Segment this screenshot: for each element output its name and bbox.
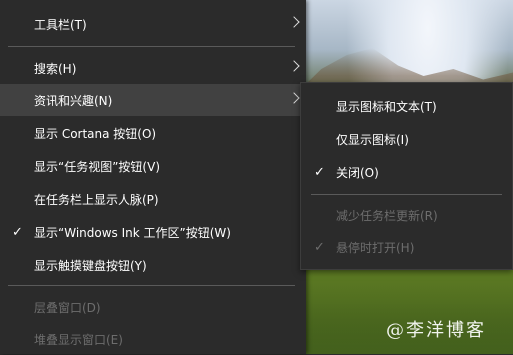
- chevron-right-icon: [288, 92, 300, 104]
- chevron-right-icon: [288, 16, 300, 28]
- submenu-item-label: 减少任务栏更新(R): [336, 208, 438, 223]
- news-and-interests-submenu: 显示图标和文本(T) 仅显示图标(I) ✓ 关闭(O) 减少任务栏更新(R) ✓…: [300, 82, 513, 270]
- menu-item-label: 在任务栏上显示人脉(P): [34, 192, 159, 207]
- submenu-item-turn-off[interactable]: ✓ 关闭(O): [301, 156, 512, 188]
- submenu-item-label: 显示图标和文本(T): [336, 99, 437, 114]
- menu-item-search[interactable]: 搜索(H): [0, 52, 306, 84]
- menu-item-show-windows-ink-button[interactable]: ✓ 显示“Windows Ink 工作区”按钮(W): [0, 216, 306, 248]
- menu-item-label: 层叠窗口(D): [34, 300, 101, 315]
- submenu-item-label: 关闭(O): [336, 165, 379, 180]
- menu-item-toolbars[interactable]: 工具栏(T): [0, 8, 306, 40]
- submenu-item-label: 悬停时打开(H): [336, 240, 415, 255]
- menu-item-label: 显示“任务视图”按钮(V): [34, 159, 161, 174]
- menu-item-show-touch-keyboard-button[interactable]: 显示触摸键盘按钮(Y): [0, 249, 306, 281]
- menu-item-label: 堆叠显示窗口(E): [34, 332, 123, 347]
- menu-item-label: 显示“Windows Ink 工作区”按钮(W): [34, 225, 231, 240]
- menu-separator: [8, 285, 295, 286]
- submenu-item-show-icon-and-text[interactable]: 显示图标和文本(T): [301, 90, 512, 122]
- menu-item-label: 显示 Cortana 按钮(O): [34, 126, 157, 141]
- menu-item-show-cortana-button[interactable]: 显示 Cortana 按钮(O): [0, 117, 306, 149]
- chevron-right-icon: [288, 60, 300, 72]
- menu-item-stack-windows: 堆叠显示窗口(E): [0, 323, 306, 355]
- menu-item-label: 搜索(H): [34, 61, 77, 76]
- checkmark-icon: ✓: [314, 164, 325, 180]
- submenu-item-label: 仅显示图标(I): [336, 132, 409, 147]
- menu-separator: [8, 46, 295, 47]
- menu-item-label: 资讯和兴趣(N): [34, 93, 113, 108]
- menu-item-show-task-view-button[interactable]: 显示“任务视图”按钮(V): [0, 150, 306, 182]
- submenu-item-reduce-taskbar-updates: 减少任务栏更新(R): [301, 199, 512, 231]
- menu-item-cascade-windows: 层叠窗口(D): [0, 291, 306, 323]
- submenu-item-show-icon-only[interactable]: 仅显示图标(I): [301, 123, 512, 155]
- menu-item-label: 工具栏(T): [34, 17, 87, 32]
- checkmark-icon: ✓: [314, 239, 325, 255]
- menu-item-show-people[interactable]: 在任务栏上显示人脉(P): [0, 183, 306, 215]
- menu-item-news-and-interests[interactable]: 资讯和兴趣(N): [0, 84, 306, 116]
- watermark-text: @李洋博客: [386, 320, 486, 341]
- checkmark-icon: ✓: [12, 224, 23, 240]
- submenu-item-open-on-hover: ✓ 悬停时打开(H): [301, 231, 512, 263]
- taskbar-context-menu: 工具栏(T) 搜索(H) 资讯和兴趣(N) 显示 Cortana 按钮(O) 显…: [0, 0, 306, 354]
- menu-item-label: 显示触摸键盘按钮(Y): [34, 258, 147, 273]
- submenu-separator: [311, 194, 502, 195]
